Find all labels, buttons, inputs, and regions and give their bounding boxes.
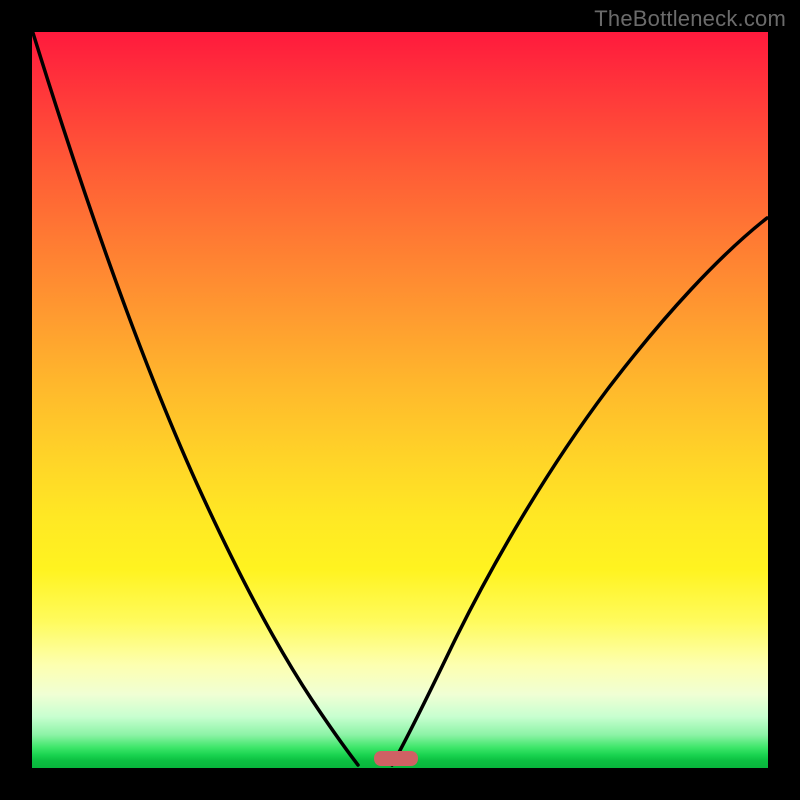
plot-area (32, 32, 768, 768)
outer-frame: TheBottleneck.com (0, 0, 800, 800)
curve-layer (32, 32, 768, 768)
watermark-text: TheBottleneck.com (594, 6, 786, 32)
right-curve (392, 218, 767, 765)
bottleneck-marker (374, 751, 418, 766)
left-curve (33, 33, 358, 765)
